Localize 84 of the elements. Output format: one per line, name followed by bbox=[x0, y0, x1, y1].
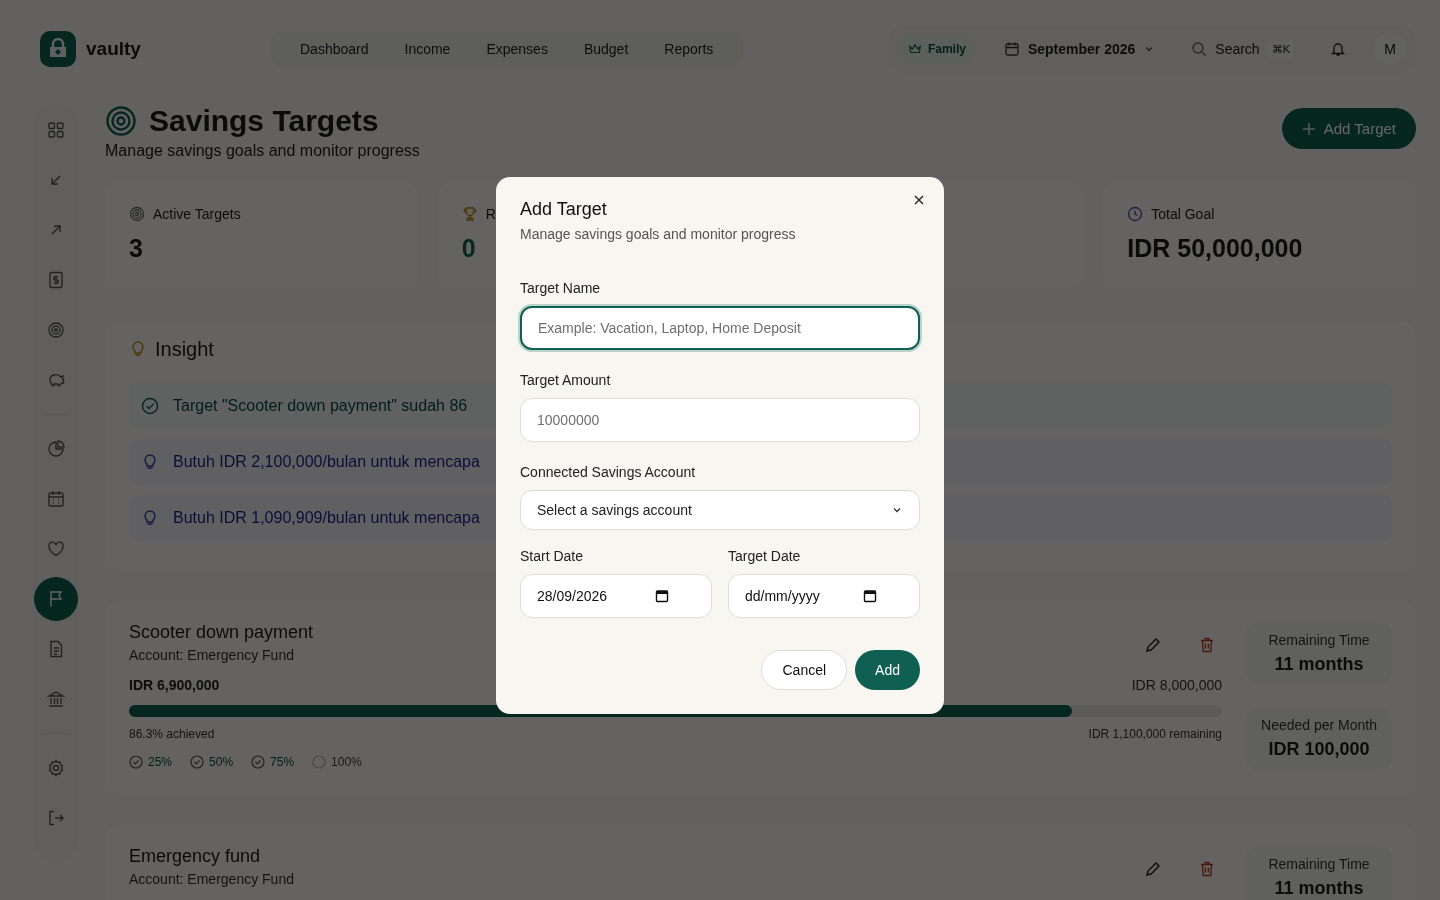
plus-icon bbox=[1301, 121, 1316, 136]
stat-label: R bbox=[485, 206, 496, 222]
close-icon bbox=[913, 194, 925, 206]
saved-amount: IDR 6,900,000 bbox=[129, 677, 220, 693]
page-subtitle: Manage savings goals and monitor progress bbox=[105, 142, 420, 160]
clock-icon bbox=[1127, 206, 1144, 222]
field-label: Connected Savings Account bbox=[520, 464, 697, 480]
lightbulb-icon bbox=[141, 453, 159, 471]
stat-value: 3 bbox=[129, 234, 143, 263]
field-label: Start Date bbox=[520, 548, 585, 564]
target-name: Emergency fund bbox=[129, 846, 262, 867]
field-label: Target Amount bbox=[520, 372, 612, 388]
cancel-button[interactable]: Cancel bbox=[761, 650, 848, 690]
achieved-text: 86.3% achieved bbox=[129, 727, 215, 741]
pencil-icon bbox=[1144, 860, 1162, 878]
sidebar-item[interactable] bbox=[34, 577, 78, 621]
search-icon bbox=[1191, 41, 1208, 57]
calendar-icon bbox=[655, 589, 669, 603]
trash-icon bbox=[1198, 860, 1216, 878]
dialog-title: Add Target bbox=[520, 199, 608, 220]
heart-icon bbox=[46, 539, 66, 559]
info-label: Remaining Time bbox=[1268, 632, 1370, 648]
remaining-text: IDR 1,100,000 remaining bbox=[1088, 727, 1222, 741]
grid-icon bbox=[46, 120, 66, 140]
milestone-label: 75% bbox=[270, 755, 295, 769]
add-target-button[interactable]: Add Target bbox=[1281, 108, 1416, 149]
trophy-icon bbox=[461, 206, 478, 222]
insight-title: Insight bbox=[155, 337, 214, 361]
pencil-icon bbox=[1144, 636, 1162, 654]
calendar-icon bbox=[1003, 41, 1020, 57]
nav-link[interactable]: Dashboard bbox=[282, 41, 387, 57]
calendar-icon bbox=[46, 489, 66, 509]
dollar-document-icon bbox=[46, 270, 66, 290]
account-label: Account: Emergency Fund bbox=[129, 871, 294, 887]
bank-icon bbox=[46, 689, 66, 709]
lightbulb-icon bbox=[141, 509, 159, 527]
field-label: Target Name bbox=[520, 280, 602, 296]
nav-link[interactable]: Reports bbox=[646, 41, 732, 57]
add-button[interactable]: Add bbox=[855, 650, 920, 690]
check-circle-icon bbox=[141, 397, 159, 415]
brand-name: vaulty bbox=[86, 38, 141, 60]
page-title: Savings Targets bbox=[149, 104, 379, 138]
date-field[interactable]: dd/mm/yyyy bbox=[728, 574, 920, 618]
nav-link[interactable]: Expenses bbox=[468, 41, 566, 57]
bell-icon[interactable] bbox=[1330, 41, 1346, 57]
target-icon bbox=[46, 320, 66, 340]
nav-link[interactable]: Budget bbox=[565, 41, 647, 57]
target-name: Scooter down payment bbox=[129, 622, 314, 643]
insight-text: Butuh IDR 1,090,909/bulan untuk mencapa bbox=[173, 509, 480, 527]
dialog-subtitle: Manage savings goals and monitor progress bbox=[520, 226, 797, 242]
milestone-label: 25% bbox=[148, 755, 173, 769]
nav-link[interactable]: Income bbox=[386, 41, 469, 57]
stat-label: Active Targets bbox=[153, 206, 241, 222]
trash-icon bbox=[1198, 636, 1216, 654]
input-field[interactable]: Example: Vacation, Laptop, Home Deposit bbox=[520, 306, 920, 350]
insight-text: Target "Scooter down payment" sudah 86 bbox=[173, 397, 468, 415]
goal-amount: IDR 8,000,000 bbox=[1131, 677, 1222, 693]
settings-icon bbox=[46, 758, 66, 778]
milestone-label: 50% bbox=[209, 755, 234, 769]
pie-chart-icon bbox=[46, 439, 66, 459]
date-field[interactable]: 28/09/2026 bbox=[520, 574, 712, 618]
stat-value: 0 bbox=[461, 234, 476, 263]
account-label: Account: Emergency Fund bbox=[129, 647, 295, 663]
target-icon bbox=[105, 105, 137, 137]
target-icon bbox=[129, 206, 145, 222]
calendar-icon bbox=[863, 589, 877, 603]
info-value: 11 months bbox=[1274, 654, 1364, 675]
crown-icon bbox=[907, 42, 922, 56]
select-field[interactable]: Select a savings account bbox=[520, 490, 920, 530]
search-button[interactable]: Search ⌘K bbox=[1183, 34, 1302, 64]
info-value: 11 months bbox=[1274, 878, 1364, 899]
lightbulb-icon bbox=[129, 340, 147, 358]
stat-value: IDR 50,000,000 bbox=[1127, 234, 1303, 263]
stat-label: Total Goal bbox=[1151, 206, 1215, 222]
info-label: Needed per Month bbox=[1261, 717, 1377, 733]
milestone-label: 100% bbox=[331, 755, 362, 769]
plan-badge[interactable]: Family bbox=[897, 36, 976, 62]
info-value: IDR 100,000 bbox=[1268, 739, 1370, 760]
logout-icon bbox=[46, 808, 66, 828]
insight-text: Butuh IDR 2,100,000/bulan untuk mencapa bbox=[173, 453, 480, 471]
period-picker[interactable]: September 2026 bbox=[993, 35, 1166, 63]
field-label: Target Date bbox=[728, 548, 802, 564]
info-label: Remaining Time bbox=[1268, 856, 1370, 872]
logo-icon bbox=[40, 31, 76, 67]
